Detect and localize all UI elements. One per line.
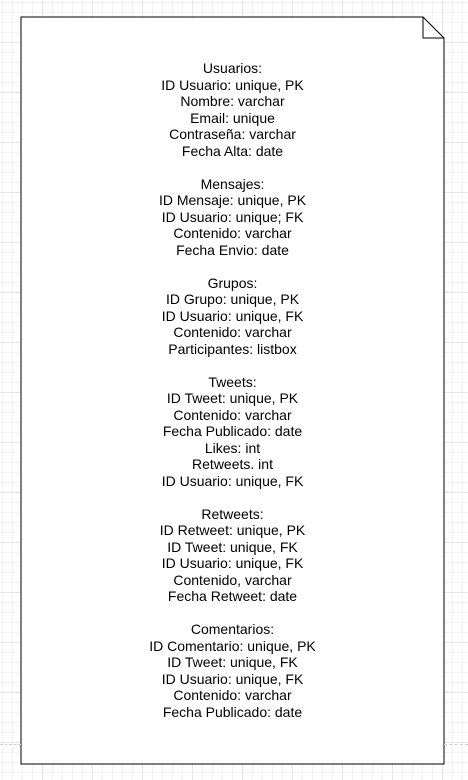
entity-field: Contenido: varchar	[173, 406, 292, 423]
entity-field: ID Grupo: unique, PK	[165, 291, 300, 307]
entity-tweets: Tweets: ID Tweet: unique, PK Contenido: …	[21, 374, 444, 490]
diagram-canvas[interactable]: Usuarios: ID Usuario: unique, PK Nombre:…	[0, 0, 468, 780]
entity-field: Contenido: varchar	[173, 687, 292, 703]
entity-field: Retweets. int	[192, 456, 273, 472]
entity-grupos: Grupos: ID Grupo: unique, PK ID Usuario:…	[21, 275, 444, 358]
note-text: Usuarios: ID Usuario: unique, PK Nombre:…	[21, 60, 444, 737]
entity-field: Contenido: varchar	[173, 225, 292, 241]
page-break-guide	[0, 744, 21, 745]
entity-field: ID Retweet: unique, PK	[159, 522, 306, 538]
entity-field: Fecha Envio: date	[176, 241, 289, 258]
entity-field: Fecha Alta: date	[181, 142, 284, 159]
entity-field: ID Comentario: unique, PK	[149, 637, 316, 654]
entity-field: Fecha Publicado: date	[162, 423, 303, 439]
entity-field: ID Tweet: unique, FK	[167, 538, 298, 555]
entity-title: Comentarios:	[190, 621, 275, 637]
entity-field: ID Usuario: unique, PK	[161, 76, 304, 93]
entity-field: ID Usuario: unique; FK	[161, 208, 304, 225]
entity-field: Fecha Publicado: date	[162, 703, 303, 720]
entity-field: ID Tweet: unique, FK	[167, 654, 298, 670]
entity-field: ID Usuario: unique, FK	[161, 472, 304, 489]
entity-field: ID Usuario: unique, FK	[161, 307, 304, 324]
entity-field: Participantes: listbox	[168, 340, 297, 357]
entity-title: Mensajes:	[200, 175, 265, 192]
entity-title: Tweets:	[208, 373, 257, 390]
entity-title: Grupos:	[207, 274, 258, 291]
entity-field: ID Usuario: unique, FK	[161, 670, 304, 687]
entity-field: ID Usuario: unique, FK	[161, 555, 304, 571]
entity-field: Likes: int	[204, 439, 261, 456]
entity-field: ID Mensaje: unique, PK	[158, 192, 307, 208]
entity-field: Fecha Retweet: date	[167, 588, 298, 604]
entity-field: ID Tweet: unique, PK	[166, 390, 299, 406]
page-break-guide	[444, 744, 468, 745]
entity-comentarios: Comentarios: ID Comentario: unique, PK I…	[21, 621, 444, 720]
entity-title: Retweets:	[201, 505, 264, 522]
entity-field: Email: unique	[190, 109, 275, 126]
entity-retweets: Retweets: ID Retweet: unique, PK ID Twee…	[21, 506, 444, 605]
entity-field: Contenido, varchar	[173, 571, 292, 588]
entity-mensajes: Mensajes: ID Mensaje: unique, PK ID Usua…	[21, 176, 444, 259]
entity-usuarios: Usuarios: ID Usuario: unique, PK Nombre:…	[21, 60, 444, 159]
entity-field: Contenido: varchar	[173, 324, 292, 340]
entity-field: Contraseña: varchar	[169, 126, 296, 142]
entity-field: Nombre: varchar	[180, 93, 285, 109]
entity-title: Usuarios:	[202, 60, 263, 76]
